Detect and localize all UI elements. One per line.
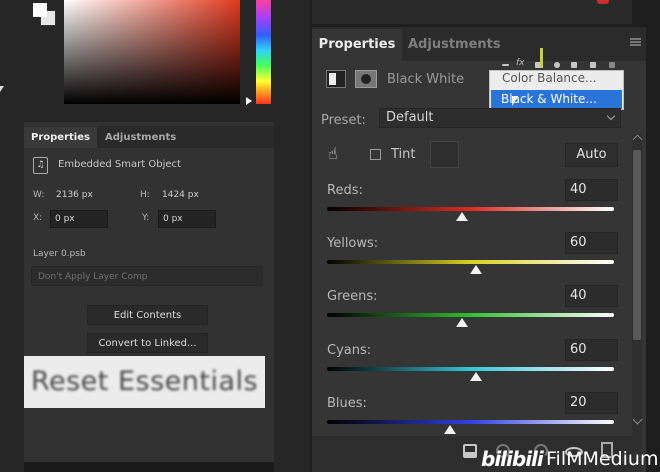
reds-slider-track[interactable] (327, 207, 614, 211)
preset-label: Preset: (321, 113, 366, 128)
folder-icon[interactable] (571, 62, 577, 68)
blues-value-input[interactable]: 20 (565, 392, 618, 414)
hue-slider-marker-icon[interactable] (246, 97, 252, 105)
smart-object-icon: ♫ (33, 157, 48, 174)
cyans-value-input[interactable]: 60 (565, 339, 618, 361)
reds-slider-thumb[interactable] (455, 212, 468, 221)
tint-checkbox[interactable] (370, 149, 381, 160)
layer-mask-icon[interactable] (355, 70, 377, 88)
cyans-slider-thumb[interactable] (470, 372, 483, 381)
mouse-pointer-icon (512, 96, 518, 106)
reds-value-input[interactable]: 40 (565, 179, 618, 201)
tab-properties[interactable]: Properties (312, 29, 402, 61)
delete-layer-icon[interactable] (609, 62, 615, 68)
hue-slider-strip[interactable] (256, 0, 271, 104)
height-value[interactable]: 1424 px (162, 190, 199, 200)
new-layer-icon[interactable] (590, 62, 596, 68)
yellows-slider-track[interactable] (327, 260, 614, 264)
tint-color-swatch[interactable] (430, 141, 459, 168)
left-tab-adjustments[interactable]: Adjustments (98, 127, 183, 148)
dropdown-item-black-white[interactable]: Black & White... (491, 90, 622, 109)
left-panel-bottom-strip (24, 462, 274, 472)
blues-slider-track[interactable] (327, 420, 614, 424)
smart-object-label: Embedded Smart Object (58, 159, 181, 170)
width-value[interactable]: 2136 px (56, 190, 93, 200)
adjustment-circle-icon[interactable] (554, 62, 560, 68)
watermark-text: FilMMedium (546, 448, 659, 470)
bilibili-logo: bilibili (481, 447, 544, 471)
scrollbar-thumb[interactable] (633, 150, 641, 340)
edit-contents-button[interactable]: Edit Contents (87, 305, 208, 325)
tab-adjustments[interactable]: Adjustments (408, 29, 501, 61)
text-cursor-marker (540, 48, 543, 68)
yellows-value-input[interactable]: 60 (565, 232, 618, 254)
left-properties-panel (24, 122, 274, 462)
yellows-label: Yellows: (327, 236, 379, 251)
dropdown-item-color-balance[interactable]: Color Balance... (493, 71, 620, 88)
reds-label: Reds: (327, 183, 363, 198)
greens-slider-track[interactable] (327, 313, 614, 317)
adjustment-layer-icon[interactable] (326, 70, 346, 88)
greens-value-input[interactable]: 40 (565, 285, 618, 307)
x-position-input[interactable]: 0 px (50, 210, 108, 228)
targeted-adjustment-hand-icon[interactable]: ☝ (328, 144, 346, 164)
width-label: W: (33, 190, 45, 200)
link-icon[interactable] (502, 64, 509, 66)
convert-to-linked-button[interactable]: Convert to Linked... (87, 333, 208, 353)
layer-comp-select[interactable]: Don't Apply Layer Comp (31, 266, 263, 286)
greens-slider-thumb[interactable] (455, 318, 468, 327)
cursor-arrow-icon (0, 86, 4, 92)
blues-label: Blues: (327, 396, 367, 411)
preset-select[interactable]: Default (379, 108, 621, 128)
color-picker-field[interactable] (64, 0, 240, 104)
cyans-label: Cyans: (327, 343, 372, 358)
fx-icon[interactable]: fx (516, 58, 525, 68)
reset-essentials-label[interactable]: Reset Essentials (24, 356, 265, 408)
foreground-color-swatch[interactable] (33, 3, 47, 17)
left-tab-properties[interactable]: Properties (24, 127, 97, 148)
top-strip-red-icon (597, 0, 609, 4)
adjustment-title: Black White (387, 72, 465, 87)
layer-file-name: Layer 0.psb (33, 249, 86, 259)
clip-to-layer-icon[interactable] (463, 444, 477, 458)
y-label: Y: (142, 213, 150, 223)
greens-label: Greens: (327, 289, 378, 304)
x-label: X: (33, 213, 43, 223)
tint-label: Tint (391, 147, 416, 162)
top-panel-strip (312, 0, 632, 24)
cyans-slider-track[interactable] (327, 367, 614, 371)
yellows-slider-thumb[interactable] (470, 265, 483, 274)
y-position-input[interactable]: 0 px (158, 210, 216, 228)
panel-menu-icon[interactable] (630, 38, 641, 46)
height-label: H: (140, 190, 150, 200)
auto-button[interactable]: Auto (565, 143, 618, 167)
blues-slider-thumb[interactable] (444, 425, 457, 434)
